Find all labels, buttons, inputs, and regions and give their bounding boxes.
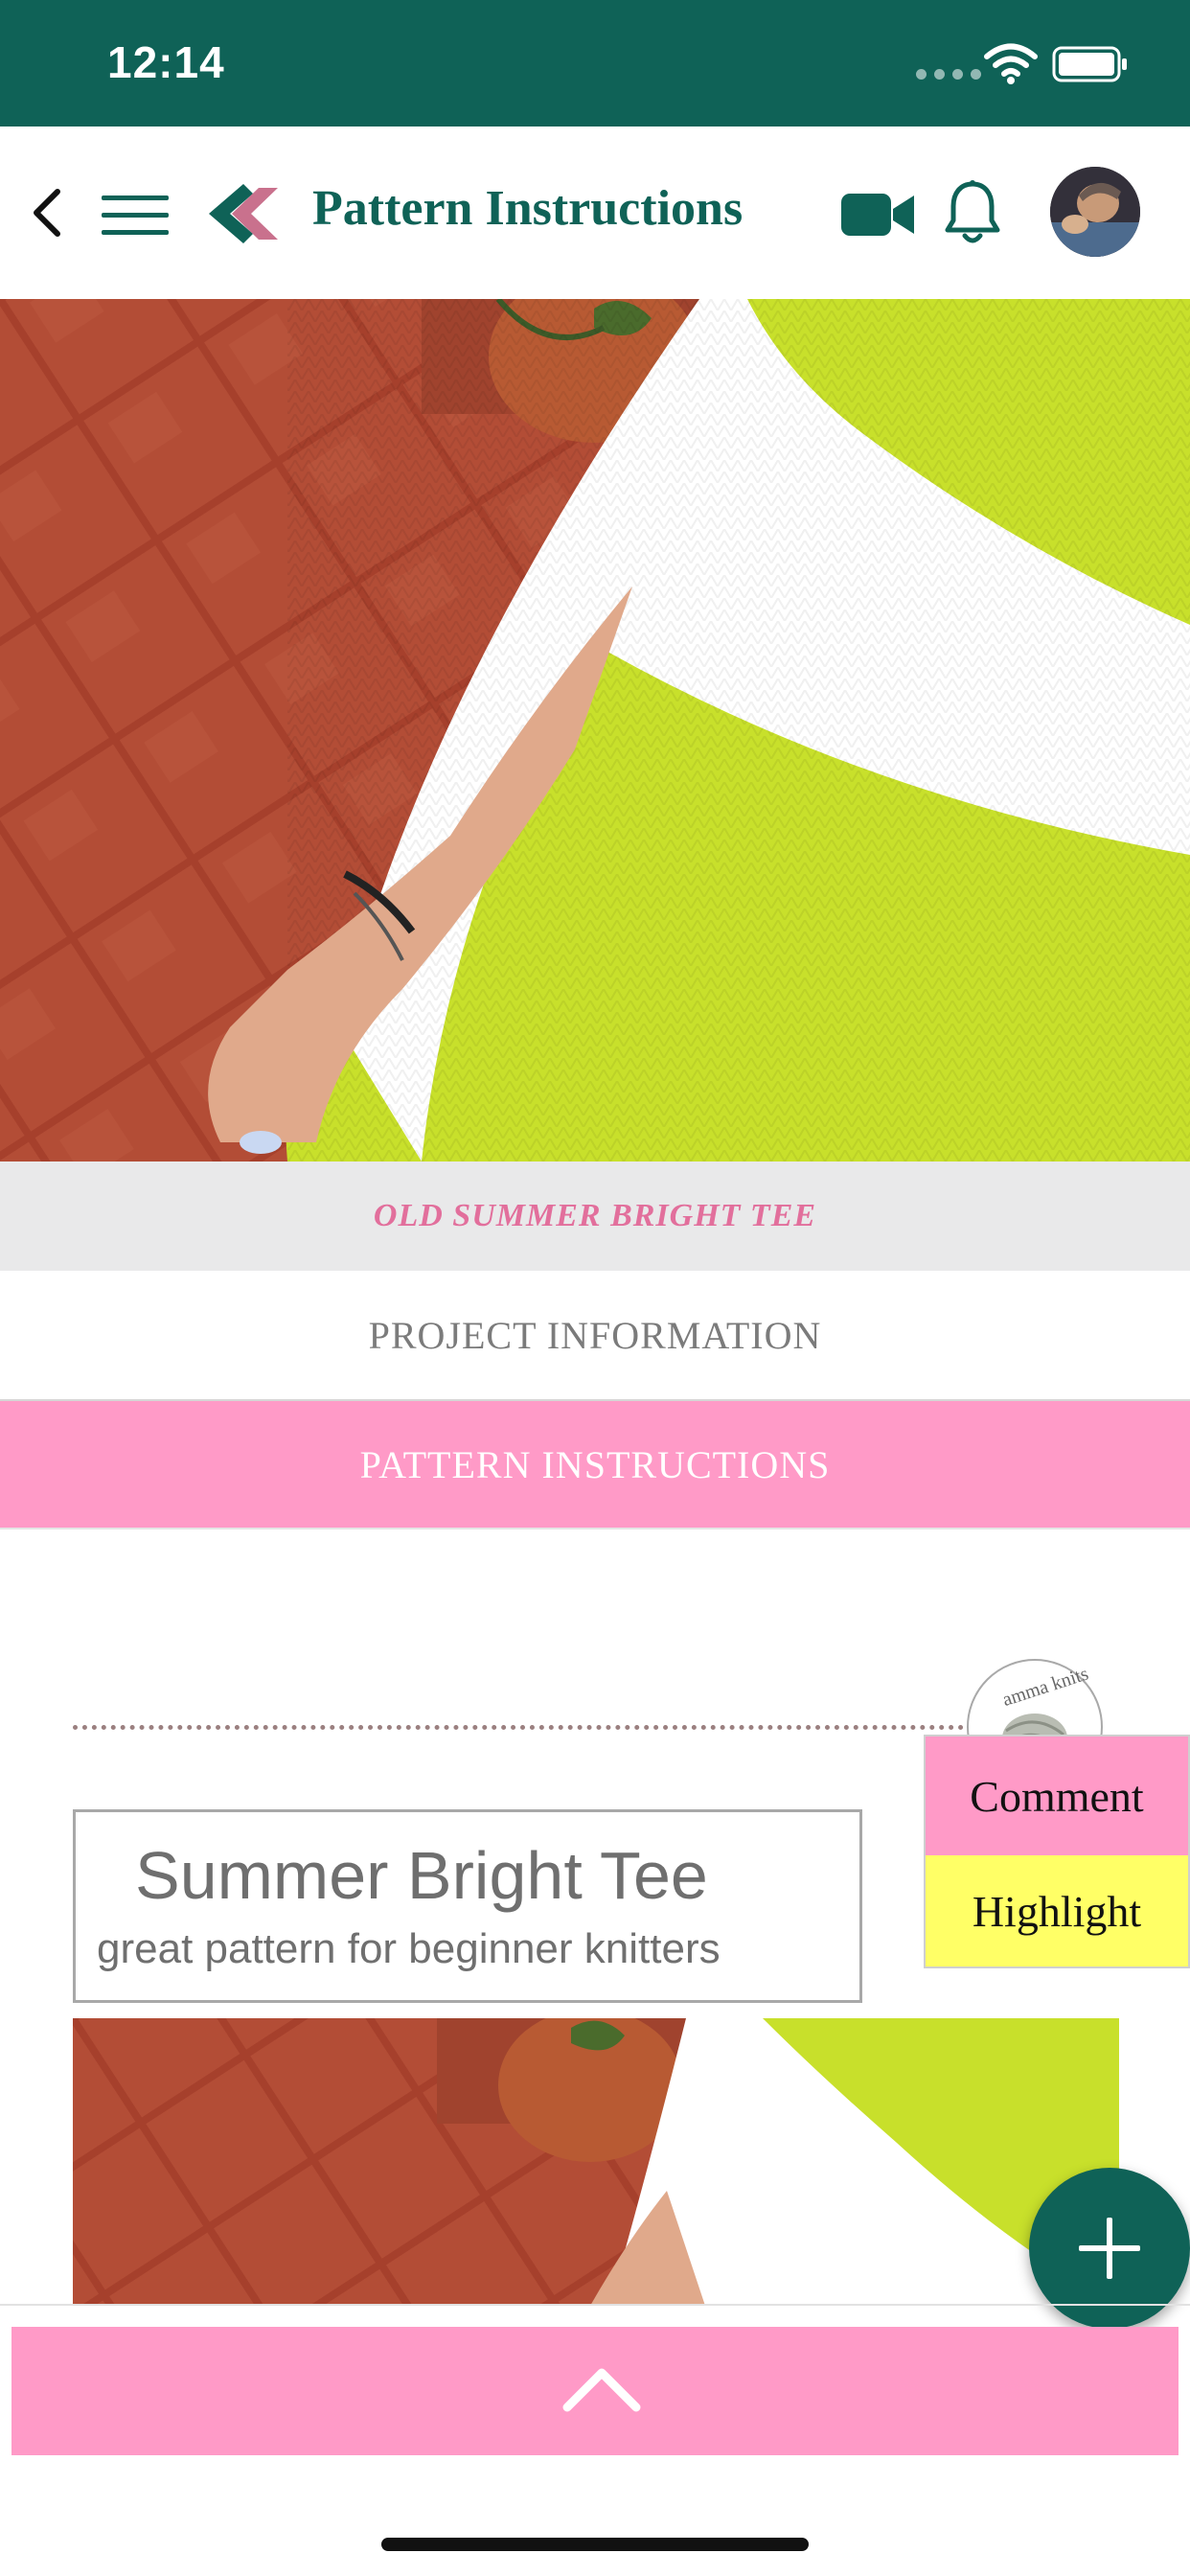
- brand-logo-icon: [209, 184, 278, 243]
- pattern-photo: [73, 2018, 1119, 2306]
- pattern-title-card: Summer Bright Tee great pattern for begi…: [73, 1809, 862, 2003]
- tab-pattern-instructions-label: PATTERN INSTRUCTIONS: [359, 1442, 831, 1486]
- tab-project-information[interactable]: PROJECT INFORMATION: [0, 1271, 1190, 1401]
- battery-icon: [1052, 46, 1127, 82]
- project-title-bar: OLD SUMMER BRIGHT TEE: [0, 1162, 1190, 1271]
- wifi-icon: [984, 43, 1038, 84]
- comment-menu-item[interactable]: Comment: [926, 1736, 1188, 1855]
- hamburger-menu-icon[interactable]: [100, 192, 171, 240]
- tab-pattern-instructions[interactable]: PATTERN INSTRUCTIONS: [0, 1401, 1190, 1530]
- avatar[interactable]: [1050, 167, 1140, 257]
- bottom-divider: [0, 2304, 1190, 2306]
- tab-project-information-label: PROJECT INFORMATION: [368, 1313, 822, 1357]
- back-chevron-icon[interactable]: [25, 182, 69, 243]
- status-bar: 12:14: [0, 0, 1190, 126]
- cellular-signal-icon: [916, 69, 981, 80]
- highlight-menu-item[interactable]: Highlight: [926, 1855, 1188, 1966]
- home-indicator[interactable]: [381, 2538, 809, 2551]
- text-selection-menu: Comment Highlight: [924, 1735, 1190, 1968]
- app-header: Pattern Instructions: [0, 126, 1190, 299]
- project-title: OLD SUMMER BRIGHT TEE: [373, 1198, 817, 1233]
- page-title: Pattern Instructions: [312, 181, 744, 236]
- video-camera-icon[interactable]: [839, 190, 916, 240]
- section-divider: [73, 1725, 964, 1730]
- plus-icon: [1079, 2218, 1140, 2279]
- scroll-to-top-button[interactable]: [11, 2327, 1179, 2455]
- hero-photo: [0, 299, 1190, 1162]
- bell-icon[interactable]: [943, 178, 1002, 249]
- status-time: 12:14: [107, 37, 225, 87]
- document-title: Summer Bright Tee: [135, 1838, 708, 1913]
- document-subtitle: great pattern for beginner knitters: [97, 1925, 721, 1972]
- chevron-up-icon: [562, 2368, 641, 2412]
